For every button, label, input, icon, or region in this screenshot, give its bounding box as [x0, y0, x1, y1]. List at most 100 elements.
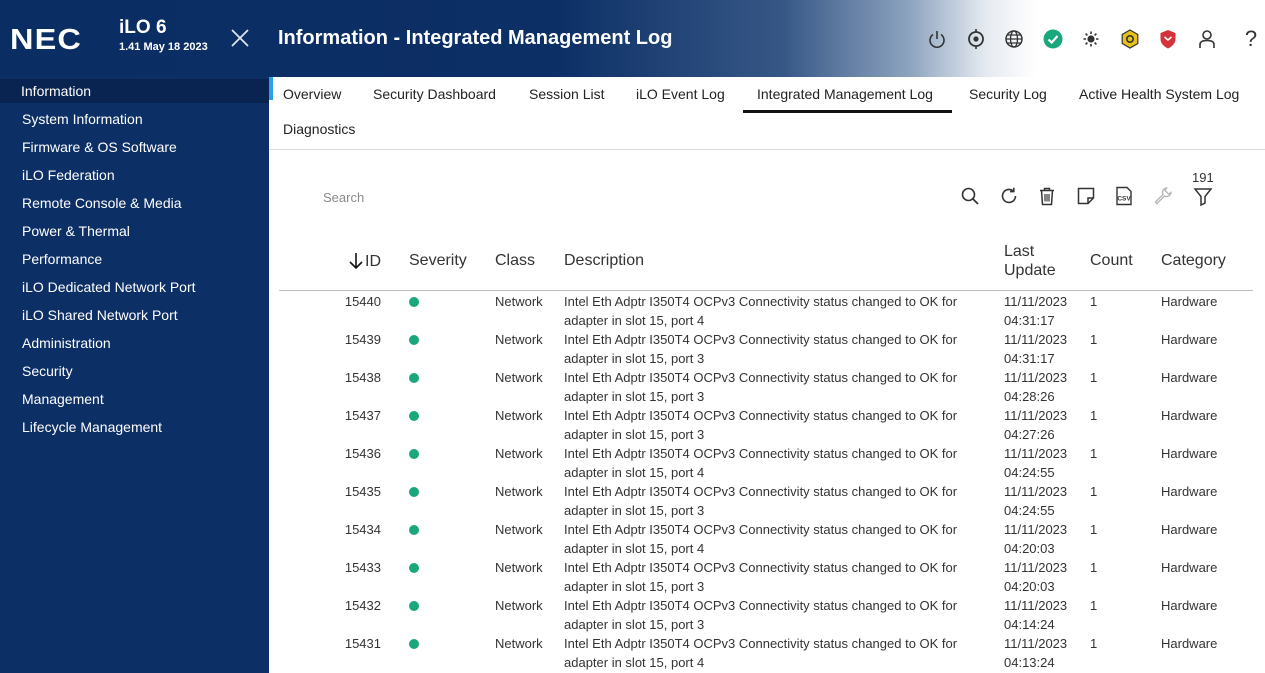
csv-icon[interactable]: CSV [1113, 185, 1135, 207]
cell-description: Intel Eth Adptr I350T4 OCPv3 Connectivit… [564, 520, 974, 558]
cell-description: Intel Eth Adptr I350T4 OCPv3 Connectivit… [564, 596, 974, 634]
table-row[interactable]: 15437 Network Intel Eth Adptr I350T4 OCP… [279, 406, 1253, 444]
filter-icon[interactable] [1192, 185, 1214, 207]
update-time: 04:24:55 [1004, 503, 1055, 518]
column-header-last-update[interactable]: Last Update [1004, 242, 1056, 280]
tab-integrated-management-log[interactable]: Integrated Management Log [757, 86, 933, 102]
column-header-class[interactable]: Class [495, 251, 535, 270]
description-line-1: Intel Eth Adptr I350T4 OCPv3 Connectivit… [564, 332, 958, 347]
table-row[interactable]: 15433 Network Intel Eth Adptr I350T4 OCP… [279, 558, 1253, 596]
cell-last-update: 11/11/2023 04:28:26 [1004, 368, 1084, 406]
refresh-icon[interactable] [998, 185, 1020, 207]
column-header-severity[interactable]: Severity [409, 251, 467, 270]
cell-description: Intel Eth Adptr I350T4 OCPv3 Connectivit… [564, 444, 974, 482]
cell-id: 15437 [344, 408, 381, 423]
security-badge-icon[interactable] [1119, 28, 1141, 50]
tab-active-health-system-log[interactable]: Active Health System Log [1079, 86, 1239, 102]
close-nav-icon[interactable] [229, 27, 251, 49]
table-row[interactable]: 15439 Network Intel Eth Adptr I350T4 OCP… [279, 330, 1253, 368]
cell-id: 15435 [344, 484, 381, 499]
table-row[interactable]: 15438 Network Intel Eth Adptr I350T4 OCP… [279, 368, 1253, 406]
shield-alert-icon[interactable] [1157, 28, 1179, 50]
help-icon[interactable]: ? [1240, 28, 1262, 50]
globe-icon[interactable] [1003, 28, 1025, 50]
cell-description: Intel Eth Adptr I350T4 OCPv3 Connectivit… [564, 406, 974, 444]
brightness-icon[interactable] [1080, 28, 1102, 50]
cell-last-update: 11/11/2023 04:31:17 [1004, 330, 1084, 368]
update-date: 11/11/2023 [1004, 522, 1068, 537]
cell-class: Network [495, 522, 543, 537]
column-header-id[interactable]: ID [347, 251, 381, 271]
ilo-app: NEC iLO 6 1.41 May 18 2023 Information -… [0, 0, 1265, 673]
sidebar-item-system-information[interactable]: System Information [0, 107, 269, 131]
cell-last-update: 11/11/2023 04:27:26 [1004, 406, 1084, 444]
tab-ilo-event-log[interactable]: iLO Event Log [636, 86, 725, 102]
search-icon[interactable] [959, 185, 981, 207]
sidebar-item-security[interactable]: Security [0, 359, 269, 383]
table-row[interactable]: 15432 Network Intel Eth Adptr I350T4 OCP… [279, 596, 1253, 634]
power-icon[interactable] [926, 28, 948, 50]
cell-category: Hardware [1161, 294, 1218, 309]
severity-ok-icon [409, 487, 419, 497]
column-header-count[interactable]: Count [1090, 251, 1133, 270]
cell-category: Hardware [1161, 332, 1218, 347]
cell-id: 15436 [344, 446, 381, 461]
description-line-1: Intel Eth Adptr I350T4 OCPv3 Connectivit… [564, 636, 958, 651]
severity-ok-icon [409, 411, 419, 421]
sidebar-item-firmware-os-software[interactable]: Firmware & OS Software [0, 135, 269, 159]
cell-count: 1 [1090, 484, 1098, 499]
cell-id: 15440 [344, 294, 381, 309]
sidebar-item-remote-console-media[interactable]: Remote Console & Media [0, 191, 269, 215]
table-row[interactable]: 15440 Network Intel Eth Adptr I350T4 OCP… [279, 292, 1253, 330]
cell-last-update: 11/11/2023 04:24:55 [1004, 482, 1084, 520]
note-icon[interactable] [1075, 185, 1097, 207]
tab-diagnostics[interactable]: Diagnostics [283, 121, 355, 137]
user-icon[interactable] [1196, 28, 1218, 50]
tab-overview[interactable]: Overview [283, 86, 341, 102]
sidebar-item-power-thermal[interactable]: Power & Thermal [0, 219, 269, 243]
search-input[interactable] [323, 187, 623, 207]
tab-security-log[interactable]: Security Log [969, 86, 1047, 102]
description-line-1: Intel Eth Adptr I350T4 OCPv3 Connectivit… [564, 370, 958, 385]
table-row[interactable]: 15436 Network Intel Eth Adptr I350T4 OCP… [279, 444, 1253, 482]
column-header-description[interactable]: Description [564, 251, 644, 270]
cell-category: Hardware [1161, 408, 1218, 423]
cell-category: Hardware [1161, 370, 1218, 385]
severity-ok-icon [409, 601, 419, 611]
table-row[interactable]: 15431 Network Intel Eth Adptr I350T4 OCP… [279, 634, 1253, 672]
description-line-2: adapter in slot 15, port 3 [564, 351, 705, 366]
cell-last-update: 11/11/2023 04:31:17 [1004, 292, 1084, 330]
tab-session-list[interactable]: Session List [529, 86, 604, 102]
column-header-category[interactable]: Category [1161, 251, 1226, 270]
cell-class: Network [495, 294, 543, 309]
filter-count-badge: 191 [1192, 170, 1214, 185]
tab-security-dashboard[interactable]: Security Dashboard [373, 86, 496, 102]
update-time: 04:31:17 [1004, 351, 1055, 366]
sidebar-item-lifecycle-management[interactable]: Lifecycle Management [0, 415, 269, 439]
top-header: NEC iLO 6 1.41 May 18 2023 Information -… [0, 0, 1265, 77]
location-icon[interactable] [965, 28, 987, 50]
cell-id: 15438 [344, 370, 381, 385]
severity-ok-icon [409, 297, 419, 307]
health-ok-icon[interactable] [1042, 28, 1064, 50]
sidebar-item-administration[interactable]: Administration [0, 331, 269, 355]
trash-icon[interactable] [1036, 185, 1058, 207]
column-label-last: Last [1004, 243, 1035, 260]
sidebar-item-management[interactable]: Management [0, 387, 269, 411]
cell-id: 15431 [344, 636, 381, 651]
cell-id: 15433 [344, 560, 381, 575]
update-date: 11/11/2023 [1004, 294, 1068, 309]
sidebar-item-ilo-dedicated-network-port[interactable]: iLO Dedicated Network Port [0, 275, 269, 299]
table-row[interactable]: 15435 Network Intel Eth Adptr I350T4 OCP… [279, 482, 1253, 520]
cell-description: Intel Eth Adptr I350T4 OCPv3 Connectivit… [564, 368, 974, 406]
cell-id: 15439 [344, 332, 381, 347]
sidebar-item-ilo-federation[interactable]: iLO Federation [0, 163, 269, 187]
sidebar-item-ilo-shared-network-port[interactable]: iLO Shared Network Port [0, 303, 269, 327]
update-time: 04:28:26 [1004, 389, 1055, 404]
table-row[interactable]: 15434 Network Intel Eth Adptr I350T4 OCP… [279, 520, 1253, 558]
sidebar-item-performance[interactable]: Performance [0, 247, 269, 271]
cell-id: 15432 [344, 598, 381, 613]
update-date: 11/11/2023 [1004, 484, 1068, 499]
description-line-2: adapter in slot 15, port 3 [564, 427, 705, 442]
sidebar-item-information[interactable]: Information [0, 79, 269, 103]
